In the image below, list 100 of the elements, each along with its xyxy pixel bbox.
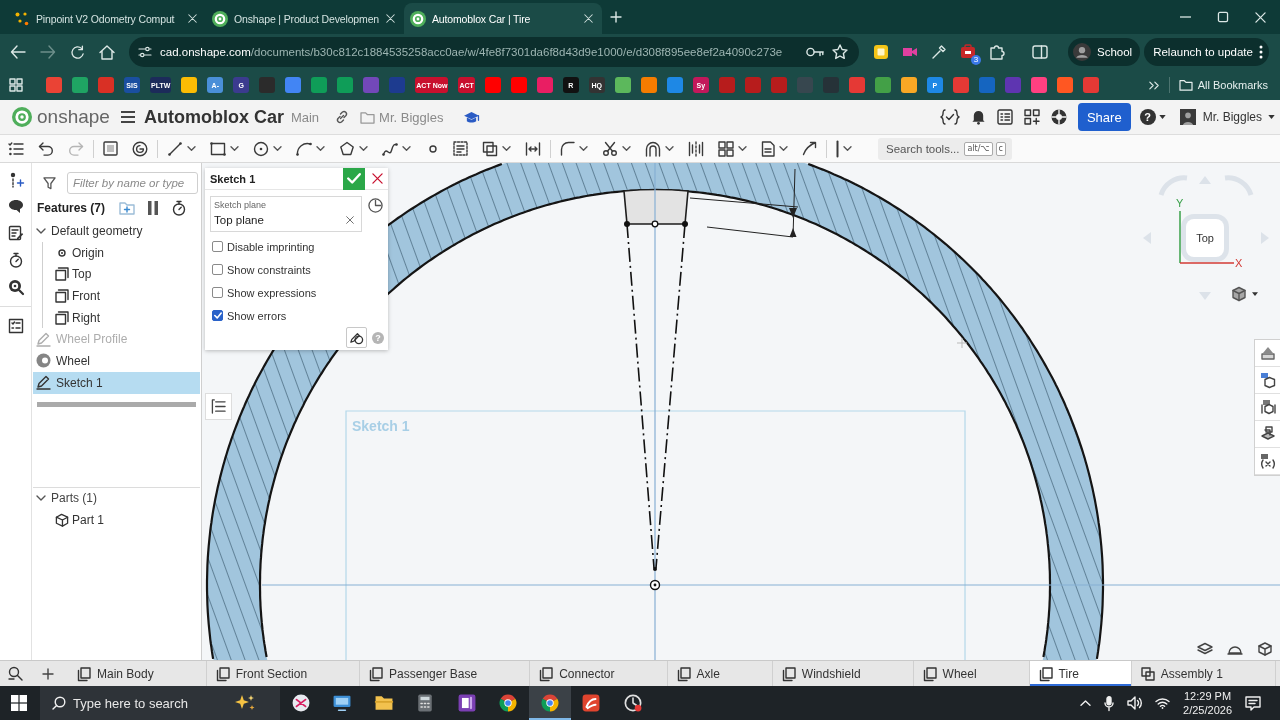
back-icon[interactable] [10, 45, 26, 59]
bookmark-icon[interactable] [1030, 77, 1047, 93]
share-button[interactable]: Share [1077, 103, 1131, 131]
chevron-down-icon[interactable] [187, 146, 196, 151]
overlapping-squares-icon[interactable] [482, 140, 498, 157]
forward-icon[interactable] [40, 45, 56, 59]
close-icon[interactable] [1255, 11, 1266, 23]
accept-button[interactable] [343, 167, 365, 190]
bell-icon[interactable] [970, 109, 986, 125]
bookmark-icon[interactable] [285, 77, 302, 93]
avatar-icon[interactable] [1179, 109, 1196, 125]
tab-search-icon[interactable] [8, 666, 24, 681]
document-icon[interactable] [761, 140, 775, 157]
microphone-icon[interactable] [1104, 695, 1115, 711]
reload-icon[interactable] [70, 44, 85, 60]
browser-tab[interactable]: Pinpoint V2 Odometry Comput [8, 3, 206, 34]
bookmark-icon[interactable] [484, 77, 501, 93]
search-icon[interactable] [52, 696, 66, 710]
bookmark-icon[interactable] [311, 77, 328, 93]
close-icon[interactable] [188, 14, 197, 23]
grid-pattern-icon[interactable] [718, 140, 734, 157]
feature-item[interactable]: Origin [43, 241, 200, 264]
chevron-down-icon[interactable] [230, 146, 239, 151]
checkbox[interactable] [212, 264, 223, 275]
parts-group-header[interactable]: Parts (1) [33, 487, 200, 510]
windows-logo-icon[interactable] [11, 695, 27, 711]
profile-button[interactable]: School [1068, 38, 1141, 66]
eyedropper-icon[interactable] [931, 44, 947, 60]
line-icon[interactable] [167, 140, 183, 157]
chevron-down-icon[interactable] [665, 146, 674, 151]
new-tab-icon[interactable] [610, 11, 622, 23]
wifi-icon[interactable] [1155, 697, 1171, 709]
note-square-icon[interactable] [873, 44, 889, 60]
fillet-icon[interactable] [560, 141, 575, 156]
star-icon[interactable] [832, 44, 848, 60]
feature-item[interactable]: Top [43, 263, 200, 286]
apps-grid-icon[interactable] [9, 78, 23, 92]
side-panel-icon[interactable] [1032, 44, 1048, 60]
taskbar-date[interactable]: 2/25/2026 [1183, 703, 1232, 717]
all-bookmarks-button[interactable]: All Bookmarks [1178, 79, 1268, 91]
checkbox[interactable] [212, 241, 223, 252]
mirror-icon[interactable] [688, 140, 704, 157]
view-cube[interactable]: Top [1181, 214, 1229, 262]
document-tab[interactable]: Tire [1029, 661, 1132, 686]
search-target-icon[interactable] [7, 279, 24, 295]
url-field[interactable]: cad.onshape.com/documents/b30c812c1884535258acc0ae/w/4fe8f7301da6f8d43d9e1000/e/d308f895ee8ef2a4090c273e [129, 37, 859, 67]
arc-icon[interactable] [296, 141, 312, 156]
bookmark-icon[interactable] [614, 77, 631, 93]
notes-icon[interactable] [7, 225, 24, 241]
sheet-icon[interactable] [103, 141, 118, 156]
add-tab-icon[interactable] [42, 667, 54, 680]
view-mode-button[interactable] [1231, 286, 1258, 302]
feature-item[interactable]: Sketch 1 [33, 371, 200, 394]
taskbar-time[interactable]: 12:29 PM [1184, 689, 1232, 703]
bookmark-icon[interactable] [900, 77, 917, 93]
chevron-down-icon[interactable] [502, 146, 511, 151]
cancel-icon[interactable] [372, 173, 383, 184]
rectangle-icon[interactable] [210, 141, 226, 156]
briefcase-icon[interactable] [960, 44, 976, 60]
feature-item[interactable]: Default geometry [33, 220, 200, 242]
chevron-down-icon[interactable] [359, 146, 368, 151]
pause-icon[interactable] [148, 201, 158, 215]
sketch-plane-field[interactable]: Sketch plane Top plane [210, 196, 362, 232]
dome-icon[interactable] [1227, 643, 1243, 655]
checkbox[interactable] [212, 310, 223, 321]
feature-list-icon[interactable] [8, 141, 24, 156]
checklist-icon[interactable] [996, 109, 1013, 125]
feature-item[interactable]: Wheel [33, 350, 200, 372]
home-icon[interactable] [99, 44, 115, 60]
browser-tab[interactable]: Automoblox Car | Tire [404, 3, 602, 34]
undo-icon[interactable] [38, 141, 54, 156]
text-frame-icon[interactable] [453, 141, 468, 156]
dimension-icon[interactable] [525, 141, 541, 156]
taskbar-search-field[interactable]: Type here to search [40, 686, 280, 720]
circle-icon[interactable] [253, 140, 269, 157]
bookmark-icon[interactable] [337, 77, 354, 93]
bookmark-icon[interactable] [666, 77, 683, 93]
feature-item[interactable]: Right [43, 306, 200, 329]
filter-icon[interactable] [43, 176, 56, 190]
chevron-double-icon[interactable] [1148, 80, 1159, 90]
chevron-down-icon[interactable] [779, 146, 788, 151]
chevron-down-icon[interactable] [402, 146, 411, 151]
diagonal-arrow-icon[interactable] [802, 141, 817, 156]
layers-icon[interactable] [1197, 642, 1213, 656]
site-settings-icon[interactable] [138, 46, 152, 58]
clear-icon[interactable] [346, 216, 354, 224]
bookmark-icon[interactable] [640, 77, 657, 93]
document-title[interactable]: Automoblox Car [143, 106, 284, 128]
point-icon[interactable] [429, 144, 437, 153]
feature-item[interactable]: Front [43, 285, 200, 307]
add-folder-icon[interactable] [119, 201, 135, 215]
menu-icon[interactable] [120, 111, 135, 123]
bookmark-icon[interactable] [181, 77, 198, 93]
wheel-icon[interactable] [1050, 109, 1067, 125]
spline-icon[interactable] [382, 141, 398, 156]
offset-arcs-icon[interactable] [645, 140, 661, 157]
relaunch-button[interactable]: Relaunch to update [1144, 38, 1269, 66]
browser-tab[interactable]: Onshape | Product Developmen [206, 3, 404, 34]
speech-bubble-icon[interactable] [7, 199, 24, 214]
help-button[interactable]: ? [1139, 109, 1156, 125]
